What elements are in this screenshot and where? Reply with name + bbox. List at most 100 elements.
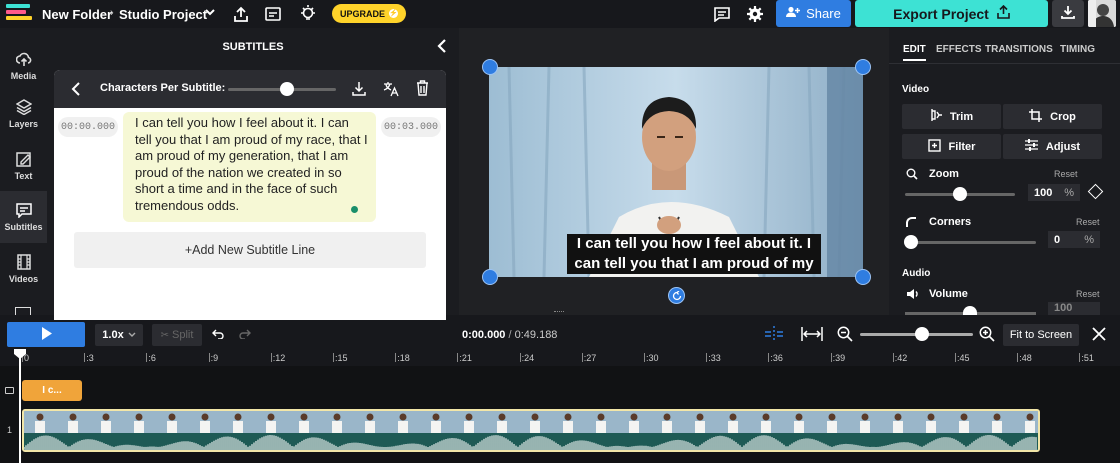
- tab-transitions[interactable]: TRANSITIONS: [985, 44, 1053, 55]
- ruler-tick-mark: [768, 353, 770, 362]
- tab-edit[interactable]: EDIT: [903, 44, 926, 61]
- download-subtitles-icon[interactable]: [352, 81, 366, 99]
- translate-icon[interactable]: [383, 81, 399, 100]
- share-upload-icon[interactable]: [232, 5, 250, 23]
- more-nav-icon[interactable]: [15, 307, 31, 315]
- chevron-down-icon[interactable]: [204, 6, 216, 21]
- properties-panel: EDIT EFFECTS TRANSITIONS TIMING Video Tr…: [889, 28, 1120, 315]
- export-label: Export Project: [893, 5, 989, 22]
- fit-clips-icon[interactable]: [801, 327, 823, 344]
- volume-slider-knob[interactable]: [963, 306, 977, 315]
- playhead[interactable]: [19, 351, 21, 463]
- project-title[interactable]: Studio Project: [119, 7, 207, 22]
- ruler-tick-mark: [84, 353, 86, 362]
- video-clip[interactable]: [22, 409, 1040, 452]
- fit-to-screen-button[interactable]: Fit to Screen: [1003, 324, 1079, 346]
- corners-slider-knob[interactable]: [904, 235, 918, 249]
- subtitle-start-time[interactable]: 00:00.000: [58, 117, 118, 137]
- share-button[interactable]: Share: [776, 0, 851, 27]
- subtitle-text[interactable]: I can tell you how I feel about it. I ca…: [123, 112, 376, 222]
- zoom-in-icon[interactable]: [979, 326, 995, 345]
- trim-button[interactable]: Trim: [902, 104, 1001, 129]
- resize-handle-bottom-left[interactable]: [482, 269, 498, 285]
- nav-videos-label: Videos: [8, 274, 39, 284]
- chars-slider-knob[interactable]: [280, 82, 295, 96]
- adjust-button[interactable]: Adjust: [1003, 134, 1102, 159]
- volume-reset-button[interactable]: Reset: [1076, 289, 1100, 299]
- split-button[interactable]: ✂ Split: [152, 324, 202, 346]
- settings-gear-icon[interactable]: [745, 4, 765, 24]
- ruler-tick-label: :42: [894, 353, 908, 363]
- video-preview: I can tell you how I feel about it. I ca…: [459, 28, 889, 315]
- subtitle-preview-icon[interactable]: [264, 5, 282, 23]
- lightbulb-icon[interactable]: [299, 4, 317, 24]
- timeline-zoom-knob[interactable]: [915, 327, 929, 341]
- video-clip-thumbnails: [24, 411, 1038, 450]
- redo-icon[interactable]: [239, 328, 251, 342]
- subtitle-toolbar: Characters Per Subtitle:: [54, 70, 446, 108]
- nav-subtitles[interactable]: Subtitles: [0, 191, 47, 243]
- export-project-button[interactable]: Export Project: [855, 0, 1048, 27]
- nav-videos[interactable]: Videos: [0, 243, 47, 295]
- corners-value-input[interactable]: 0 %: [1048, 231, 1100, 248]
- nav-layers[interactable]: Layers: [0, 88, 47, 140]
- play-icon: [41, 326, 52, 343]
- corners-slider[interactable]: [905, 241, 1036, 244]
- snap-split-icon[interactable]: [764, 326, 784, 345]
- corners-reset-button[interactable]: Reset: [1076, 217, 1100, 227]
- tab-timing[interactable]: TIMING: [1060, 44, 1095, 55]
- share-label: Share: [806, 6, 841, 21]
- upgrade-button[interactable]: UPGRADE ⚡: [332, 4, 406, 23]
- keyframe-diamond-icon[interactable]: [1087, 183, 1104, 200]
- video-frame[interactable]: I can tell you how I feel about it. I ca…: [489, 67, 863, 277]
- close-timeline-icon[interactable]: [1092, 327, 1106, 344]
- resize-handle-top-left[interactable]: [482, 59, 498, 75]
- subtitle-editor-card: Characters Per Subtitle: 00:00.000 I can…: [54, 70, 446, 342]
- add-person-icon: [786, 6, 801, 21]
- corners-label: Corners: [929, 216, 972, 228]
- filter-button[interactable]: Filter: [902, 134, 1001, 159]
- subtitles-icon: [15, 203, 32, 218]
- ruler-tick-mark: [519, 353, 521, 362]
- rotate-handle-icon[interactable]: [668, 287, 685, 304]
- resize-grip-icon[interactable]: [554, 311, 564, 314]
- tab-effects[interactable]: EFFECTS: [936, 44, 982, 55]
- playback-speed-select[interactable]: 1.0x: [95, 324, 143, 346]
- chat-icon[interactable]: [713, 5, 731, 23]
- crop-button[interactable]: Crop: [1003, 104, 1102, 129]
- ruler-tick-mark: [892, 353, 894, 362]
- scissors-icon: ✂: [160, 329, 169, 341]
- ruler-tick-label: :36: [770, 353, 783, 363]
- zoom-value-input[interactable]: 100 %: [1028, 184, 1080, 201]
- ruler-tick-label: :30: [646, 353, 659, 363]
- volume-value-input[interactable]: 100: [1048, 302, 1100, 315]
- ruler-tick-label: :9: [210, 353, 219, 363]
- resize-handle-bottom-right[interactable]: [855, 269, 871, 285]
- subtitle-end-time[interactable]: 00:03.000: [381, 117, 441, 137]
- user-avatar[interactable]: [1088, 0, 1116, 27]
- undo-icon[interactable]: [212, 328, 224, 342]
- breadcrumb-folder[interactable]: New Folder: [42, 7, 112, 22]
- collapse-panel-icon[interactable]: [437, 39, 447, 56]
- download-button[interactable]: [1052, 0, 1084, 27]
- nav-text[interactable]: Text: [0, 140, 47, 192]
- subtitle-clip[interactable]: I c...: [22, 380, 82, 401]
- play-button[interactable]: [7, 322, 85, 347]
- resize-handle-top-right[interactable]: [855, 59, 871, 75]
- add-subtitle-line-button[interactable]: +Add New Subtitle Line: [74, 232, 426, 268]
- zoom-slider-knob[interactable]: [953, 187, 967, 201]
- nav-media[interactable]: Media: [0, 40, 47, 92]
- back-icon[interactable]: [71, 82, 81, 99]
- total-time: 0:49.188: [514, 329, 558, 341]
- subtitles-panel-title: SUBTITLES: [222, 41, 284, 53]
- subtitle-track-icon: [5, 387, 14, 394]
- ruler-tick-label: :15: [335, 353, 348, 363]
- export-upload-icon: [997, 4, 1010, 22]
- zoom-reset-button[interactable]: Reset: [1054, 169, 1078, 179]
- trash-icon[interactable]: [416, 80, 429, 99]
- app-logo-icon[interactable]: [6, 4, 34, 24]
- zoom-out-icon[interactable]: [837, 326, 853, 345]
- ruler-tick-mark: [146, 353, 148, 362]
- timeline-ruler[interactable]: 0:3:6:9:12:15:18:21:24:27:30:33:36:39:42…: [0, 350, 1120, 366]
- ruler-tick-mark: [1017, 353, 1019, 362]
